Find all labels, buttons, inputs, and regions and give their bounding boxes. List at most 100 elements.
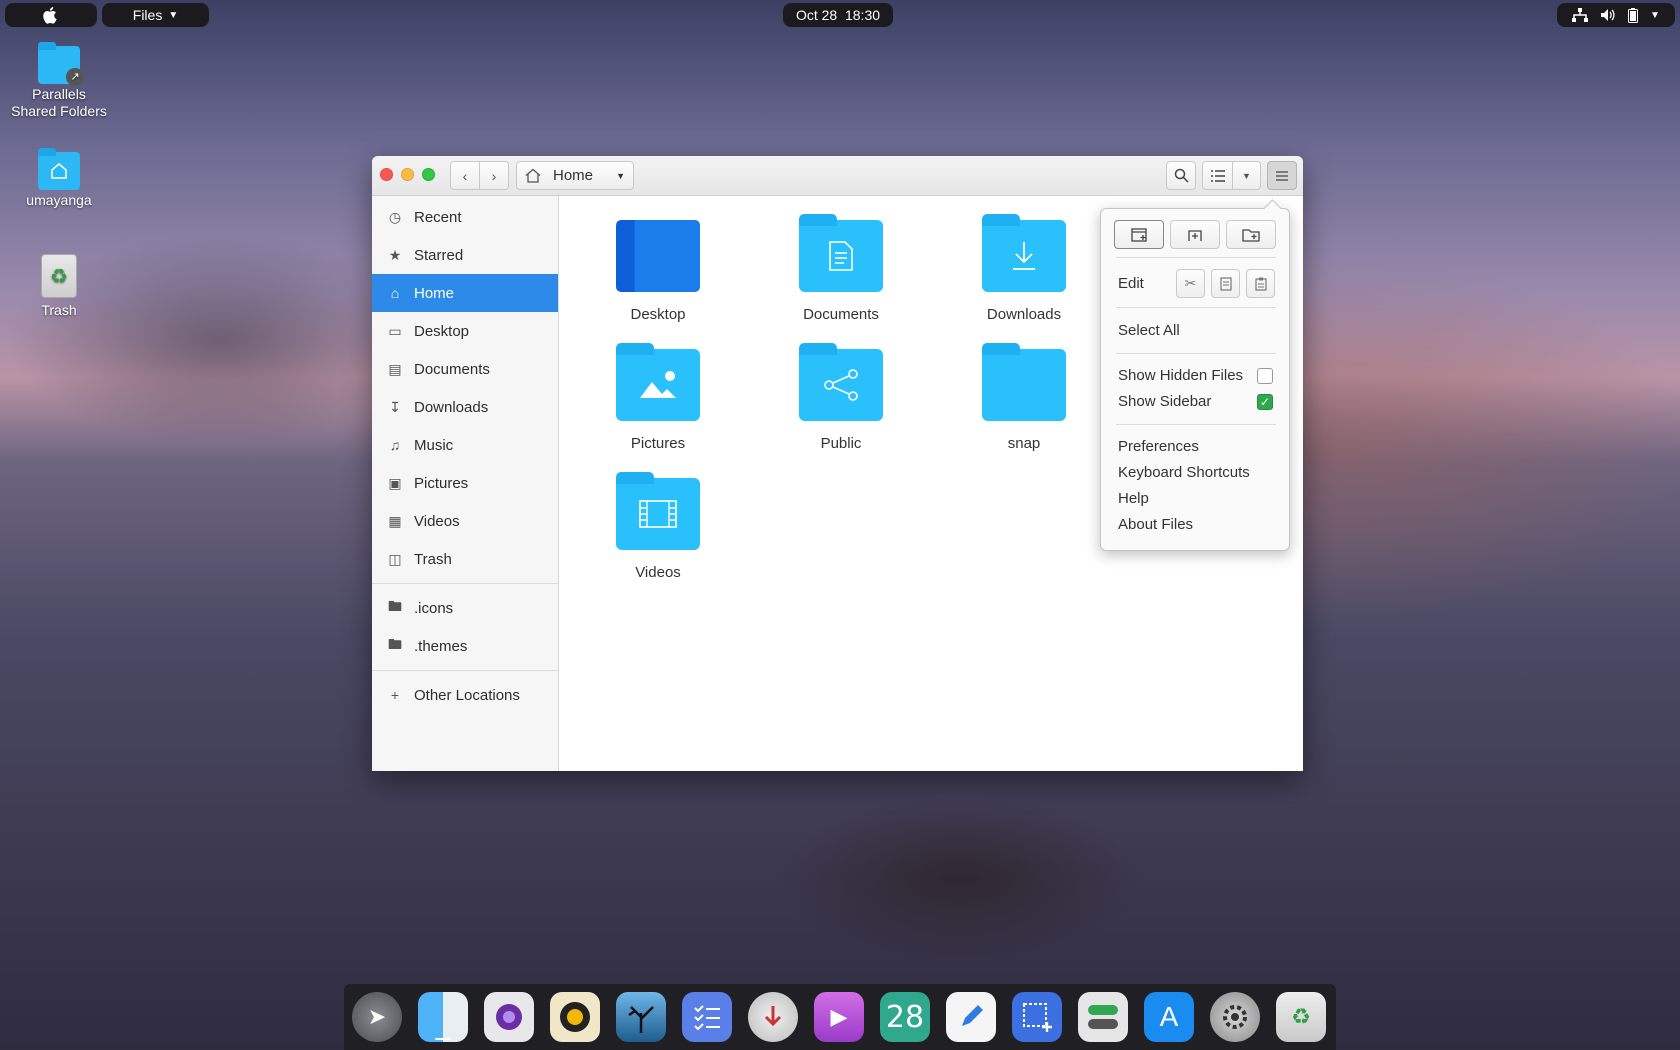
file-item-public[interactable]: Public xyxy=(771,343,911,452)
show-hidden-files-checkbox[interactable] xyxy=(1257,368,1273,384)
folder-icon: 🖿 xyxy=(388,636,402,652)
show-hidden-files-item[interactable]: Show Hidden Files xyxy=(1118,367,1243,384)
desktop-icon-parallels-shared-folders[interactable]: ↗ Parallels Shared Folders xyxy=(4,42,114,120)
finder-icon[interactable] xyxy=(418,992,468,1042)
sidebar-item-documents[interactable]: ▤ Documents xyxy=(372,350,558,388)
file-item-snap[interactable]: snap xyxy=(954,343,1094,452)
minimize-window-button[interactable] xyxy=(401,168,414,181)
tasks-icon[interactable] xyxy=(682,992,732,1042)
rhythmbox-icon[interactable] xyxy=(550,992,600,1042)
desktop-icon-trash[interactable]: ♻ Trash xyxy=(4,254,114,318)
file-item-pictures[interactable]: Pictures xyxy=(588,343,728,452)
sidebar-item-trash[interactable]: ◫ Trash xyxy=(372,540,558,578)
home-icon: ⌂ xyxy=(390,285,400,301)
sidebar-item-starred[interactable]: ★ Starred xyxy=(372,236,558,274)
desktop-folder-icon xyxy=(616,220,700,292)
new-window-button[interactable] xyxy=(1114,220,1164,249)
calendar-day: 28 xyxy=(885,999,925,1035)
text-editor-icon[interactable] xyxy=(946,992,996,1042)
scissors-icon: ✂ xyxy=(1184,275,1197,291)
photos-icon[interactable] xyxy=(616,992,666,1042)
video-player-icon[interactable]: ▶ xyxy=(814,992,864,1042)
trash-icon[interactable]: ♻ xyxy=(1276,992,1326,1042)
sidebar-item-recent[interactable]: ◷ Recent xyxy=(372,198,558,236)
about-files-item[interactable]: About Files xyxy=(1118,516,1193,533)
paste-button[interactable] xyxy=(1246,269,1275,298)
sidebar-item-other-locations[interactable]: + Other Locations xyxy=(372,676,558,714)
sidebar-item-videos[interactable]: ▦ Videos xyxy=(372,502,558,540)
copy-button[interactable] xyxy=(1211,269,1240,298)
search-icon xyxy=(1174,168,1189,183)
sidebar-item-home[interactable]: ⌂ Home xyxy=(372,274,558,312)
launchpad-icon[interactable]: ➤ xyxy=(352,992,402,1042)
view-list-button[interactable] xyxy=(1202,161,1233,190)
desktop-icon: ▭ xyxy=(388,322,402,339)
sidebar-item-themes-folder[interactable]: 🖿 .themes xyxy=(372,627,558,665)
picture-icon: ▣ xyxy=(388,474,402,491)
apple-icon xyxy=(43,7,57,24)
sidebar-item-desktop[interactable]: ▭ Desktop xyxy=(372,312,558,350)
screenshot-camera-icon[interactable] xyxy=(484,992,534,1042)
help-item[interactable]: Help xyxy=(1118,490,1149,507)
plus-icon: + xyxy=(390,687,400,703)
home-folder-icon xyxy=(38,148,80,190)
folder-icon xyxy=(982,343,1066,421)
forward-button[interactable]: › xyxy=(479,161,509,190)
sidebar-item-label: .themes xyxy=(414,637,468,655)
file-item-label: Pictures xyxy=(630,435,686,452)
file-item-label: Downloads xyxy=(986,306,1062,323)
screenshot-tool-icon[interactable] xyxy=(1012,992,1062,1042)
search-button[interactable] xyxy=(1166,161,1196,190)
system-status-menu[interactable]: ▼ xyxy=(1557,3,1675,27)
file-item-videos[interactable]: Videos xyxy=(588,472,728,581)
apple-menu-button[interactable] xyxy=(5,3,97,27)
view-options-button[interactable]: ▼ xyxy=(1232,161,1261,190)
sidebar-item-label: Starred xyxy=(414,246,464,264)
close-window-button[interactable] xyxy=(380,168,393,181)
chevron-left-icon: ‹ xyxy=(462,167,468,184)
network-icon xyxy=(1572,8,1589,22)
file-item-downloads[interactable]: Downloads xyxy=(954,214,1094,323)
back-button[interactable]: ‹ xyxy=(450,161,480,190)
window-header: ‹ › Home ▼ ▼ xyxy=(372,156,1303,196)
select-all-item[interactable]: Select All xyxy=(1118,322,1180,339)
app-store-icon[interactable]: A xyxy=(1144,992,1194,1042)
calendar-icon[interactable]: 28 xyxy=(880,992,930,1042)
document-icon: ▤ xyxy=(388,360,402,377)
file-item-documents[interactable]: Documents xyxy=(771,214,911,323)
downloads-folder-icon xyxy=(982,214,1066,292)
sidebar-item-downloads[interactable]: ↧ Downloads xyxy=(372,388,558,426)
copy-icon xyxy=(1219,276,1232,291)
tweaks-icon[interactable] xyxy=(1078,992,1128,1042)
sidebar-divider xyxy=(372,583,558,584)
home-icon xyxy=(525,168,541,183)
show-sidebar-checkbox[interactable]: ✓ xyxy=(1257,394,1273,410)
film-icon: ▦ xyxy=(388,512,402,529)
sidebar-item-icons-folder[interactable]: 🖿 .icons xyxy=(372,589,558,627)
keyboard-shortcuts-item[interactable]: Keyboard Shortcuts xyxy=(1118,464,1250,481)
sidebar-item-label: Videos xyxy=(414,512,460,530)
cut-button[interactable]: ✂ xyxy=(1176,269,1205,298)
installer-icon[interactable] xyxy=(748,992,798,1042)
settings-icon[interactable] xyxy=(1210,992,1260,1042)
clock[interactable]: Oct 28 18:30 xyxy=(783,3,893,27)
maximize-window-button[interactable] xyxy=(422,168,435,181)
menu-divider xyxy=(1116,257,1276,258)
shortcut-arrow-icon: ↗ xyxy=(66,68,84,86)
app-menu-files[interactable]: Files ▼ xyxy=(102,3,209,27)
desktop-icon-home[interactable]: umayanga xyxy=(4,148,114,208)
new-tab-icon xyxy=(1188,229,1202,241)
sidebar-item-music[interactable]: ♫ Music xyxy=(372,426,558,464)
sidebar-item-pictures[interactable]: ▣ Pictures xyxy=(372,464,558,502)
preferences-item[interactable]: Preferences xyxy=(1118,438,1199,455)
new-folder-button[interactable] xyxy=(1226,220,1276,249)
new-tab-button[interactable] xyxy=(1170,220,1220,249)
main-menu-button[interactable] xyxy=(1267,161,1297,190)
file-item-desktop[interactable]: Desktop xyxy=(588,220,728,323)
show-sidebar-item[interactable]: Show Sidebar xyxy=(1118,393,1211,410)
documents-folder-icon xyxy=(799,214,883,292)
sidebar: ◷ Recent ★ Starred ⌂ Home ▭ Desktop ▤ Documen… xyxy=(372,196,559,771)
sidebar-item-label: .icons xyxy=(414,599,454,617)
path-bar-home[interactable]: Home ▼ xyxy=(516,161,634,190)
sidebar-item-label: Pictures xyxy=(414,474,469,492)
